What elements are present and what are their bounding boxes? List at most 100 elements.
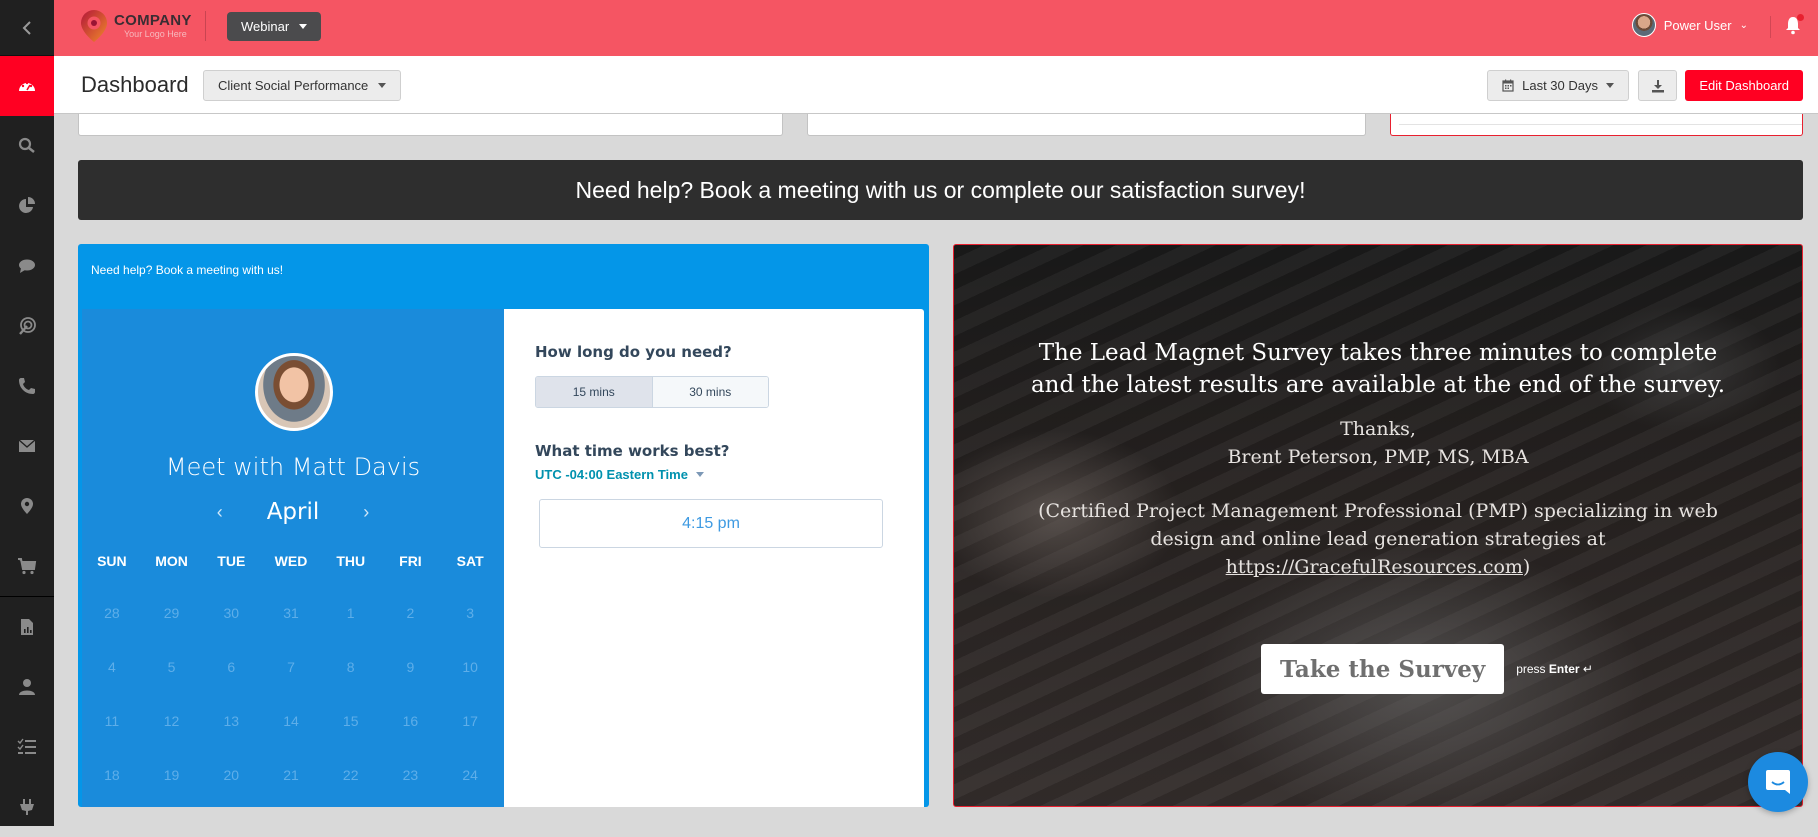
search-icon: [18, 137, 35, 153]
target-icon: [19, 317, 36, 335]
calendar-day[interactable]: 6: [201, 659, 261, 713]
survey-signature: Brent Peterson, PMP, MS, MBA: [1227, 446, 1529, 468]
user-menu[interactable]: Power User ⌄: [1631, 13, 1748, 37]
host-avatar: [255, 353, 333, 431]
survey-website-link[interactable]: https://GracefulResources.com: [1226, 556, 1523, 578]
download-button[interactable]: [1638, 70, 1677, 101]
current-month: April: [266, 499, 320, 525]
workspace-dropdown[interactable]: Webinar: [227, 12, 322, 41]
calendar-day[interactable]: 7: [261, 659, 321, 713]
calendar-day[interactable]: 12: [142, 713, 202, 767]
calendar-day[interactable]: 29: [142, 605, 202, 659]
duration-option-15[interactable]: 15 mins: [536, 377, 653, 407]
sidebar-item-reports[interactable]: [0, 597, 54, 657]
sidebar-item-users[interactable]: [0, 657, 54, 717]
chevron-down-icon: ⌄: [1739, 19, 1748, 31]
calendar-day[interactable]: 17: [440, 713, 500, 767]
calendar-day[interactable]: 11: [82, 713, 142, 767]
survey-lead-line: The Lead Magnet Survey takes three minut…: [1038, 340, 1718, 366]
dashboard-selector[interactable]: Client Social Performance: [203, 70, 402, 101]
sidebar-item-dashboard[interactable]: [0, 56, 54, 116]
month-navigation: ‹ April ›: [82, 499, 504, 525]
meeting-calendar-panel: Meet with Matt Davis ‹ April › SUN MON T…: [82, 309, 504, 807]
sidebar-item-targeting[interactable]: [0, 296, 54, 356]
weekday-label: WED: [274, 553, 308, 569]
calendar-day[interactable]: 30: [201, 605, 261, 659]
sidebar-item-analytics[interactable]: [0, 176, 54, 236]
calendar-day[interactable]: 10: [440, 659, 500, 713]
calendar-day[interactable]: 18: [82, 767, 142, 807]
chat-icon: [1766, 770, 1790, 794]
map-pin-icon: [21, 498, 33, 514]
sidebar-item-conversations[interactable]: [0, 236, 54, 296]
weekday-header: SUN MON TUE WED THU FRI SAT: [82, 553, 504, 569]
notifications-button[interactable]: [1784, 14, 1804, 35]
sidebar-item-tasks[interactable]: [0, 717, 54, 777]
user-avatar: [1631, 13, 1656, 37]
calendar-day[interactable]: 15: [321, 713, 381, 767]
timezone-dropdown[interactable]: UTC -04:00 Eastern Time: [535, 467, 704, 482]
date-range-picker[interactable]: Last 30 Days: [1487, 70, 1629, 101]
time-question: What time works best?: [535, 442, 730, 460]
prev-month-icon[interactable]: ‹: [217, 502, 223, 523]
duration-question: How long do you need?: [535, 343, 732, 361]
edit-dashboard-button[interactable]: Edit Dashboard: [1685, 70, 1803, 101]
calendar-day[interactable]: 19: [142, 767, 202, 807]
next-month-icon[interactable]: ›: [363, 502, 369, 523]
pie-chart-icon: [19, 197, 35, 213]
take-survey-button[interactable]: Take the Survey: [1261, 644, 1505, 694]
calendar-week: 18 19 20 21 22 23 24: [82, 767, 504, 807]
date-range-label: Last 30 Days: [1522, 78, 1598, 93]
survey-cta: Take the Survey press Enter ↵: [1261, 644, 1593, 694]
calendar-day[interactable]: 20: [201, 767, 261, 807]
sidebar-item-email[interactable]: [0, 416, 54, 476]
duration-option-30[interactable]: 30 mins: [652, 377, 768, 407]
calendar-day[interactable]: 8: [321, 659, 381, 713]
weekday-label: SUN: [97, 553, 127, 569]
sidebar: [0, 0, 54, 826]
calendar-day[interactable]: 23: [381, 767, 441, 807]
plug-icon: [20, 799, 34, 815]
sidebar-item-integrations[interactable]: [0, 777, 54, 837]
meeting-booking-widget: Need help? Book a meeting with us! Meet …: [78, 244, 929, 807]
calendar-day[interactable]: 28: [82, 605, 142, 659]
survey-bio: (Certified Project Management Profession…: [954, 497, 1802, 581]
sidebar-item-calls[interactable]: [0, 356, 54, 416]
calendar-day[interactable]: 24: [440, 767, 500, 807]
chat-launcher-button[interactable]: [1748, 752, 1808, 812]
calendar-day[interactable]: 13: [201, 713, 261, 767]
sidebar-item-search[interactable]: [0, 116, 54, 176]
time-slot-button[interactable]: 4:15 pm: [539, 499, 883, 548]
calendar-day[interactable]: 3: [440, 605, 500, 659]
company-logo[interactable]: COMPANY Your Logo Here: [78, 8, 192, 44]
calendar-day[interactable]: 31: [261, 605, 321, 659]
logo-tagline: Your Logo Here: [124, 29, 187, 39]
calendar-day[interactable]: 2: [381, 605, 441, 659]
user-name: Power User: [1663, 17, 1732, 33]
calendar-grid: 28 29 30 31 1 2 3 4 5 6 7 8 9 10 11 12 13 14 15 16 17 18 19 20 2…: [82, 605, 504, 807]
survey-bio-suffix: ): [1522, 556, 1531, 578]
calendar-day[interactable]: 9: [381, 659, 441, 713]
weekday-label: MON: [155, 553, 188, 569]
survey-lead-line: and the latest results are available at …: [1030, 372, 1726, 398]
survey-lead-text: The Lead Magnet Survey takes three minut…: [954, 337, 1802, 401]
calendar-day[interactable]: 14: [261, 713, 321, 767]
logo-company-name: COMPANY: [114, 12, 192, 29]
calendar-day[interactable]: 1: [321, 605, 381, 659]
dashboard-icon: [19, 81, 35, 91]
sidebar-collapse-button[interactable]: [0, 0, 54, 56]
calendar-day[interactable]: 22: [321, 767, 381, 807]
calendar-day[interactable]: 21: [261, 767, 321, 807]
survey-bio-text: (Certified Project Management Profession…: [1038, 500, 1718, 550]
calendar-day[interactable]: 4: [82, 659, 142, 713]
widget-card: [807, 114, 1366, 136]
sidebar-item-ecommerce[interactable]: [0, 536, 54, 596]
logo-pin-icon: [81, 10, 107, 42]
cart-icon: [18, 558, 37, 575]
weekday-label: THU: [336, 553, 366, 569]
sidebar-item-locations[interactable]: [0, 476, 54, 536]
calendar-day[interactable]: 5: [142, 659, 202, 713]
calendar-day[interactable]: 16: [381, 713, 441, 767]
calendar-week: 28 29 30 31 1 2 3: [82, 605, 504, 659]
survey-signoff: Thanks, Brent Peterson, PMP, MS, MBA: [954, 415, 1802, 471]
